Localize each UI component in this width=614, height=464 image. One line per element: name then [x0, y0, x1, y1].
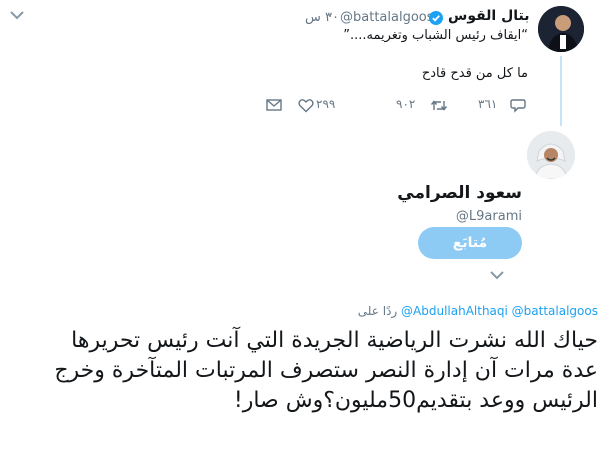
like-button[interactable]: ٢٩٩: [294, 96, 354, 116]
reply-count: ٣٦١: [478, 97, 498, 111]
heart-icon: [298, 98, 314, 113]
thread-connector: [560, 56, 562, 126]
profile-name[interactable]: سعود الصرامي: [300, 183, 522, 203]
chevron-down-icon[interactable]: [10, 10, 24, 20]
tweet-header: ٣٠ س · @battalalgoos بتال القوس: [300, 7, 530, 29]
tweet-time[interactable]: ٣٠ س: [305, 10, 339, 25]
retweet-count: ٩٠٢: [396, 97, 416, 111]
reply-to-handles[interactable]: @AbdullahAlthaqi @battalalgoos: [401, 304, 598, 318]
reply-to-label: ردًا على: [357, 304, 398, 318]
retweet-button[interactable]: ٩٠٢: [394, 96, 454, 116]
like-count: ٢٩٩: [316, 97, 336, 111]
chevron-down-icon[interactable]: [490, 270, 504, 280]
avatar[interactable]: [538, 6, 584, 52]
reply-button[interactable]: ٣٦١: [472, 96, 530, 116]
reply-context: ردًا على @AbdullahAlthaqi @battalalgoos: [300, 304, 598, 322]
envelope-icon[interactable]: [266, 98, 282, 112]
profile-handle[interactable]: @L9arami: [300, 209, 522, 224]
main-tweet-text: حياك الله نشرت الرياضية الجريدة التي آنت…: [54, 328, 598, 413]
retweet-icon: [430, 98, 448, 113]
verified-badge-icon: [429, 11, 443, 25]
following-button[interactable]: مُتابَع: [418, 227, 522, 259]
user-handle[interactable]: @battalalgoos: [340, 10, 434, 25]
separator-dot: ·: [328, 10, 333, 25]
profile-avatar[interactable]: [527, 131, 575, 179]
tweet-text: ما كل من قدح قادح: [421, 66, 528, 81]
tweet-actions: ٣٦١ ٩٠٢ ٢٩٩: [262, 96, 532, 116]
quoted-text: “ايقاف رئيس الشباب وتغريمه....”: [343, 28, 528, 43]
user-name[interactable]: بتال القوس: [448, 8, 529, 24]
reply-icon: [510, 98, 526, 113]
